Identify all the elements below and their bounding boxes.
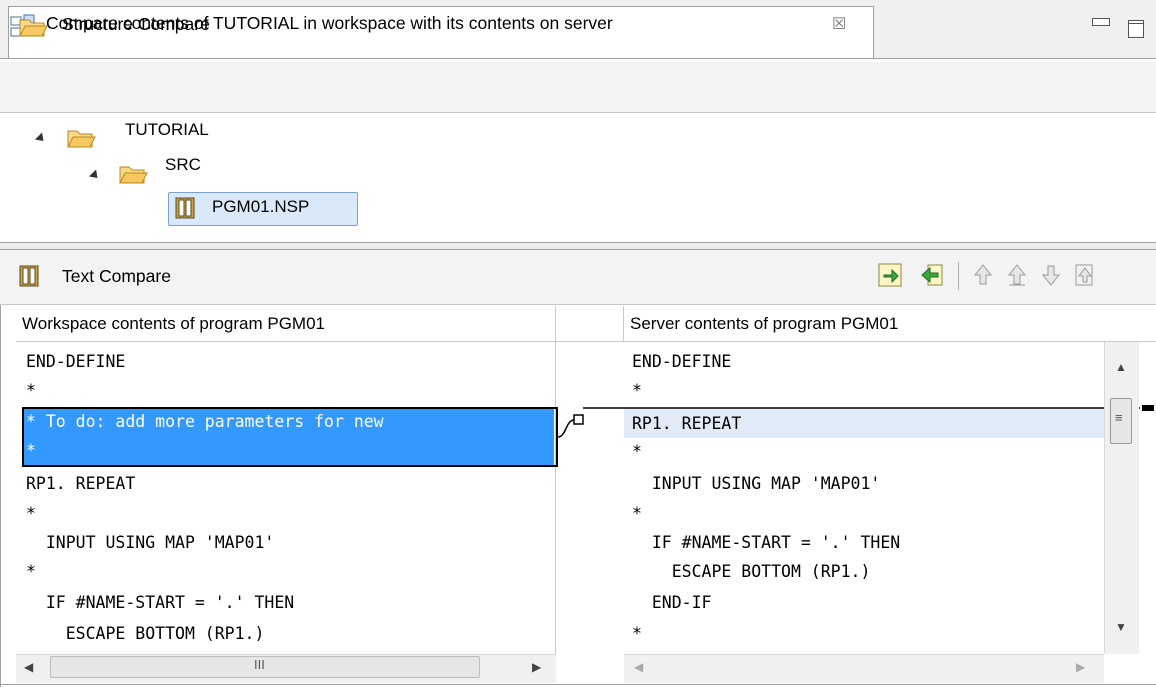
ruler-difference-marker[interactable] xyxy=(1142,405,1154,411)
workspace-text-editor[interactable]: END-DEFINE * * To do: add more parameter… xyxy=(18,342,556,654)
difference-box xyxy=(22,407,558,467)
code-line: IF #NAME-START = '.' THEN xyxy=(26,593,295,612)
folder-open-icon xyxy=(118,163,148,190)
next-difference-icon[interactable] xyxy=(970,262,996,288)
right-pane-header: Server contents of program PGM01 xyxy=(624,306,1156,342)
center-pane-header xyxy=(556,306,624,342)
code-line: INPUT USING MAP 'MAP01' xyxy=(632,474,881,493)
overview-ruler xyxy=(1140,342,1156,654)
code-line: * xyxy=(632,504,642,523)
text-compare-title: Text Compare xyxy=(62,266,171,286)
vertical-scrollbar[interactable] xyxy=(1104,342,1139,654)
code-line: * xyxy=(26,562,36,581)
code-line: RP1. REPEAT xyxy=(26,474,136,493)
code-line: END-DEFINE xyxy=(632,352,732,371)
server-text-editor[interactable]: END-DEFINE * RP1. REPEAT * INPUT USING M… xyxy=(624,342,1104,654)
code-line: * xyxy=(26,504,36,523)
folder-open-icon xyxy=(66,127,96,154)
text-compare-icon xyxy=(18,265,40,292)
scroll-left-icon[interactable]: ◀ xyxy=(24,660,33,674)
text-file-icon xyxy=(174,197,196,224)
code-line: ESCAPE BOTTOM (RP1.) xyxy=(26,624,265,643)
scroll-down-icon[interactable]: ▼ xyxy=(1115,620,1127,634)
copy-left-to-right-icon[interactable] xyxy=(878,262,904,288)
pane-splitter[interactable] xyxy=(0,242,1156,250)
code-line: END-DEFINE xyxy=(26,352,126,371)
scroll-right-icon[interactable]: ▶ xyxy=(1076,660,1085,674)
scroll-left-icon[interactable]: ◀ xyxy=(634,660,643,674)
folder-open-icon xyxy=(18,16,48,43)
code-line: ESCAPE BOTTOM (RP1.) xyxy=(632,562,871,581)
code-line: IF #NAME-START = '.' THEN xyxy=(632,533,901,552)
copy-current-change-icon[interactable] xyxy=(918,262,944,288)
code-line: * xyxy=(26,381,36,400)
maximize-button[interactable] xyxy=(1128,20,1144,38)
code-line: * xyxy=(632,624,642,643)
code-line: RP1. REPEAT xyxy=(632,414,742,433)
previous-change-icon[interactable] xyxy=(1072,262,1098,288)
scroll-right-icon[interactable]: ▶ xyxy=(532,660,541,674)
minimize-button[interactable] xyxy=(1092,18,1110,26)
code-line: END-IF xyxy=(632,593,712,612)
previous-difference-icon[interactable] xyxy=(1004,262,1030,288)
structure-compare-title: Structure Compare xyxy=(62,14,210,34)
toolbar-separator xyxy=(958,262,959,290)
structure-compare-header xyxy=(0,62,1156,113)
close-icon[interactable]: ☒ xyxy=(832,14,846,34)
frame-bottom-border xyxy=(0,684,1156,685)
left-pane-header: Workspace contents of program PGM01 xyxy=(16,306,556,342)
text-compare-frame xyxy=(0,250,15,687)
code-line: INPUT USING MAP 'MAP01' xyxy=(26,533,275,552)
scrollbar-grip-icon: ≡ xyxy=(1115,410,1123,425)
code-line: * xyxy=(632,381,642,400)
tree-item-src[interactable]: SRC xyxy=(165,155,201,175)
horizontal-scrollbar-right[interactable] xyxy=(624,654,1104,683)
scroll-up-icon[interactable]: ▲ xyxy=(1115,360,1127,374)
next-change-icon[interactable] xyxy=(1038,262,1064,288)
tree-item-label: PGM01.NSP xyxy=(212,197,310,216)
scrollbar-grip: III xyxy=(254,657,265,672)
tree-item-tutorial[interactable]: TUTORIAL xyxy=(125,120,209,140)
scrollbar-thumb[interactable] xyxy=(50,656,480,678)
code-line: * xyxy=(632,442,642,461)
